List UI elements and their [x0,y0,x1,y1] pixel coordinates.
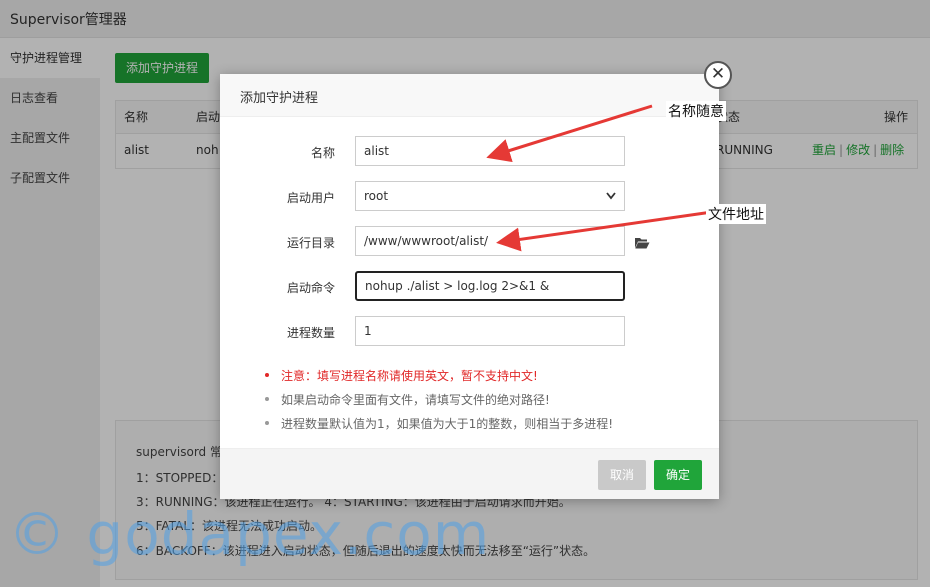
watermark: © godapex.com [8,500,491,568]
annotation-arrow-dir [496,210,713,252]
annotation-name-hint: 名称随意 [666,101,726,121]
annotation-arrow-name [486,104,653,163]
annotation-dir-hint: 文件地址 [706,204,766,224]
annotation-arrows [486,104,713,252]
